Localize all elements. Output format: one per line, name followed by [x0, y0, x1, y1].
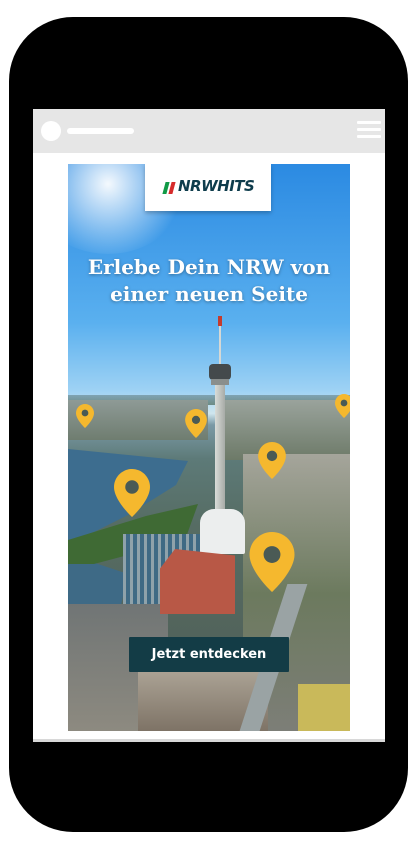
tower-pod	[209, 364, 231, 380]
browser-home-button[interactable]	[41, 121, 61, 141]
cta-button[interactable]: Jetzt entdecken	[129, 637, 289, 672]
headline-line-1: Erlebe Dein NRW von	[87, 255, 331, 279]
screen-bottom-edge	[33, 739, 385, 742]
logo-stripes-icon	[162, 182, 176, 194]
hamburger-menu-icon[interactable]	[357, 121, 381, 139]
headline-line-2: einer neuen Seite	[110, 282, 308, 306]
browser-address-bar[interactable]	[67, 128, 134, 134]
browser-toolbar	[33, 109, 385, 153]
tower-spire	[219, 324, 221, 366]
headline: Erlebe Dein NRW von einer neuen Seite	[68, 254, 350, 308]
nrwhits-logo[interactable]: NRWHITS	[145, 164, 271, 211]
map-pin-icon	[114, 469, 150, 517]
gehry-building	[200, 509, 245, 554]
map-pin-icon	[76, 404, 94, 428]
building-top-right	[298, 684, 350, 731]
phone-frame: NRWHITS Erlebe Dein NRW von einer neuen …	[9, 17, 408, 832]
map-pin-icon	[258, 442, 286, 479]
map-pin-icon	[185, 409, 207, 438]
ad-banner[interactable]: NRWHITS Erlebe Dein NRW von einer neuen …	[68, 164, 350, 731]
red-building	[160, 549, 235, 614]
tower-tip	[218, 316, 222, 326]
phone-screen: NRWHITS Erlebe Dein NRW von einer neuen …	[33, 109, 385, 739]
tower-pod-ring	[211, 379, 229, 385]
logo-text: NRWHITS	[178, 177, 255, 195]
map-pin-icon	[335, 394, 350, 418]
tower-shaft	[215, 364, 225, 509]
map-pin-icon	[249, 532, 295, 592]
